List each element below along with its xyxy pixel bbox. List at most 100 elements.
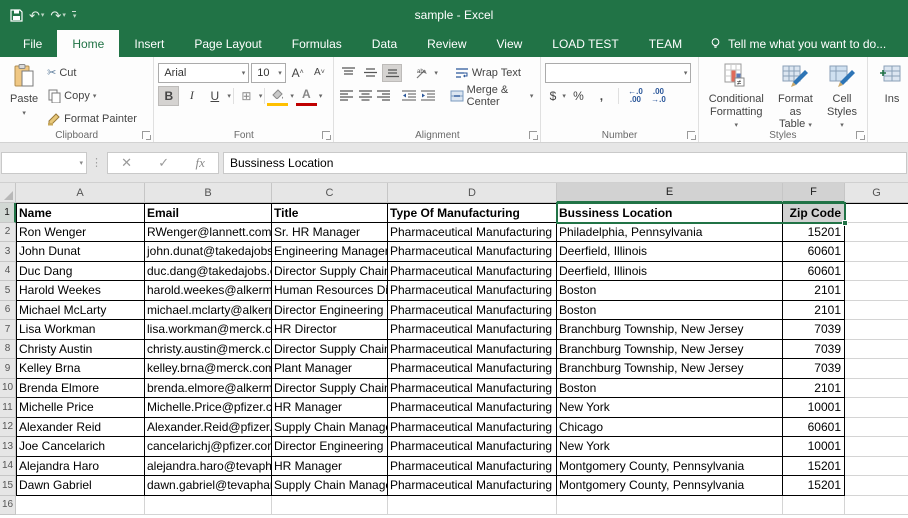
cell-C14[interactable]: HR Manager [272,457,388,477]
cell-B13[interactable]: cancelarichj@pfizer.com [145,437,272,457]
cell-C3[interactable]: Engineering Manager [272,242,388,262]
font-dialog-launcher-icon[interactable] [322,131,330,139]
cell-E16[interactable] [557,496,783,516]
name-box[interactable]: ▾ [1,152,87,174]
font-color-dropdown-arrow[interactable]: ▾ [319,92,323,100]
cell-E7[interactable]: Branchburg Township, New Jersey [557,320,783,340]
row-header-16[interactable]: 16 [0,496,16,516]
tab-load-test[interactable]: LOAD TEST [537,30,633,57]
cell-E1[interactable]: Bussiness Location [557,203,783,223]
row-header-12[interactable]: 12 [0,418,16,438]
cell-A10[interactable]: Brenda Elmore [16,379,145,399]
row-header-1[interactable]: 1 [0,203,16,223]
fill-color-dropdown-arrow[interactable]: ▾ [290,92,294,100]
format-painter-button[interactable]: Format Painter [44,108,140,129]
merge-center-button[interactable]: Merge & Center ▾ [447,83,537,109]
cell-A3[interactable]: John Dunat [16,242,145,262]
italic-button[interactable]: I [181,86,202,106]
cell-C13[interactable]: Director Engineering [272,437,388,457]
cell-B5[interactable]: harold.weekes@alkermes.com [145,281,272,301]
cell-G15[interactable] [845,476,908,496]
orientation-dropdown-arrow[interactable]: ▾ [434,69,438,77]
cell-C1[interactable]: Title [272,203,388,223]
cell-D13[interactable]: Pharmaceutical Manufacturing [388,437,557,457]
accounting-format-icon[interactable]: $ [545,86,560,106]
tab-file[interactable]: File [8,30,57,57]
column-header-G[interactable]: G [845,183,908,203]
styles-dialog-launcher-icon[interactable] [856,131,864,139]
tab-view[interactable]: View [482,30,538,57]
cell-A16[interactable] [16,496,145,516]
name-box-dropdown-arrow[interactable]: ▾ [79,159,83,167]
cell-F13[interactable]: 10001 [783,437,845,457]
cell-E4[interactable]: Deerfield, Illinois [557,262,783,282]
cell-A13[interactable]: Joe Cancelarich [16,437,145,457]
row-header-3[interactable]: 3 [0,242,16,262]
cell-D14[interactable]: Pharmaceutical Manufacturing [388,457,557,477]
cell-G14[interactable] [845,457,908,477]
cell-D10[interactable]: Pharmaceutical Manufacturing [388,379,557,399]
row-header-5[interactable]: 5 [0,281,16,301]
tell-me-box[interactable]: Tell me what you want to do... [697,30,898,57]
cell-A5[interactable]: Harold Weekes [16,281,145,301]
cell-B15[interactable]: dawn.gabriel@tevapharm.com [145,476,272,496]
conditional-formatting-button[interactable]: ≠ ConditionalFormatting ▾ [703,60,770,133]
cell-G16[interactable] [845,496,908,516]
cell-D16[interactable] [388,496,557,516]
tab-data[interactable]: Data [357,30,412,57]
row-header-14[interactable]: 14 [0,457,16,477]
decrease-indent-icon[interactable] [401,87,418,105]
cell-A11[interactable]: Michelle Price [16,398,145,418]
tab-home[interactable]: Home [57,30,119,57]
number-dialog-launcher-icon[interactable] [687,131,695,139]
cell-D6[interactable]: Pharmaceutical Manufacturing [388,301,557,321]
cell-F1[interactable]: Zip Code [783,203,845,223]
cell-G10[interactable] [845,379,908,399]
insert-function-icon[interactable]: fx [195,155,204,171]
cell-F11[interactable]: 10001 [783,398,845,418]
cell-A7[interactable]: Lisa Workman [16,320,145,340]
cell-B6[interactable]: michael.mclarty@alkermes.com [145,301,272,321]
cell-G1[interactable] [845,203,908,223]
cell-G12[interactable] [845,418,908,438]
cell-D5[interactable]: Pharmaceutical Manufacturing [388,281,557,301]
tab-insert[interactable]: Insert [119,30,179,57]
fill-color-icon[interactable] [267,86,288,106]
cell-A12[interactable]: Alexander Reid [16,418,145,438]
tab-formulas[interactable]: Formulas [277,30,357,57]
cell-C12[interactable]: Supply Chain Manager [272,418,388,438]
tab-page-layout[interactable]: Page Layout [179,30,276,57]
accounting-dropdown-arrow[interactable]: ▾ [562,92,566,100]
middle-align-icon[interactable] [360,64,380,82]
orientation-icon[interactable]: ab [412,64,432,82]
cell-F16[interactable] [783,496,845,516]
cell-C16[interactable] [272,496,388,516]
row-header-15[interactable]: 15 [0,476,16,496]
align-right-icon[interactable] [375,87,392,105]
cell-B12[interactable]: Alexander.Reid@pfizer.com [145,418,272,438]
cell-B14[interactable]: alejandra.haro@tevapharm.com [145,457,272,477]
cell-E5[interactable]: Boston [557,281,783,301]
cell-D3[interactable]: Pharmaceutical Manufacturing [388,242,557,262]
cell-F14[interactable]: 15201 [783,457,845,477]
cell-F10[interactable]: 2101 [783,379,845,399]
cell-G7[interactable] [845,320,908,340]
cell-E10[interactable]: Boston [557,379,783,399]
cell-A9[interactable]: Kelley Brna [16,359,145,379]
tab-review[interactable]: Review [412,30,481,57]
cell-F8[interactable]: 7039 [783,340,845,360]
cell-F5[interactable]: 2101 [783,281,845,301]
paste-button[interactable]: Paste ▾ [4,60,44,119]
cell-F2[interactable]: 15201 [783,223,845,243]
cell-E9[interactable]: Branchburg Township, New Jersey [557,359,783,379]
cell-F9[interactable]: 7039 [783,359,845,379]
cell-E2[interactable]: Philadelphia, Pennsylvania [557,223,783,243]
cell-G5[interactable] [845,281,908,301]
cell-A8[interactable]: Christy Austin [16,340,145,360]
borders-icon[interactable]: ⊞ [236,86,257,106]
column-header-E[interactable]: E [557,183,783,203]
select-all-corner[interactable] [0,183,16,203]
cell-C10[interactable]: Director Supply Chain [272,379,388,399]
cell-D9[interactable]: Pharmaceutical Manufacturing [388,359,557,379]
cell-B2[interactable]: RWenger@lannett.com [145,223,272,243]
